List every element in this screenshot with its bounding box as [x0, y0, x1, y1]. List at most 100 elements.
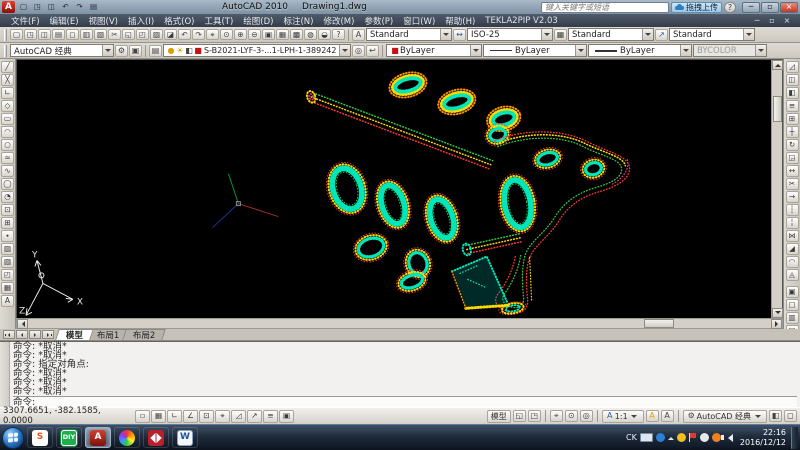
scroll-left-arrow[interactable] — [17, 319, 28, 329]
linetype-select[interactable]: ByLayer — [483, 44, 587, 57]
sheet-set-icon[interactable]: ◍ — [304, 29, 317, 40]
taskbar-red-app[interactable] — [143, 427, 169, 448]
chevron-down-icon[interactable] — [541, 29, 552, 40]
polygon-icon[interactable]: ◇ — [1, 100, 14, 112]
minimize-button[interactable]: ─ — [742, 2, 760, 13]
open-icon[interactable]: ◳ — [24, 29, 37, 40]
color-select[interactable]: ■ByLayer — [386, 44, 482, 57]
move-icon[interactable]: ┼ — [786, 126, 799, 138]
chevron-down-icon[interactable] — [642, 29, 653, 40]
input-method-icon[interactable] — [656, 433, 665, 442]
open-icon[interactable]: ◳ — [31, 2, 44, 13]
new-icon[interactable]: ▢ — [17, 2, 30, 13]
ellipse-arc-icon[interactable]: ◔ — [1, 191, 14, 203]
help-icon[interactable]: ? — [332, 29, 345, 40]
chevron-down-icon[interactable] — [575, 45, 586, 56]
mleader-style-select[interactable]: Standard — [669, 28, 755, 41]
menu-edit[interactable]: 编辑(E) — [45, 14, 84, 27]
volume-icon[interactable] — [724, 434, 733, 442]
toolbar-grip[interactable] — [4, 45, 7, 57]
save-icon[interactable]: ◫ — [38, 29, 51, 40]
chevron-down-icon[interactable] — [339, 45, 350, 56]
last-tab-button[interactable] — [42, 330, 54, 339]
tray-app-icon[interactable] — [700, 433, 709, 442]
make-object-layer-current-icon[interactable]: ◎ — [352, 45, 365, 57]
array-icon[interactable]: ⊞ — [786, 113, 799, 125]
osnap-toggle[interactable]: ⊡ — [199, 410, 214, 423]
steering-wheel-icon[interactable]: ◎ — [580, 410, 593, 422]
polyline-icon[interactable]: ∟ — [1, 87, 14, 99]
send-to-back-icon[interactable]: ▢ — [786, 299, 799, 311]
close-button[interactable]: × — [780, 2, 798, 13]
scroll-right-arrow[interactable] — [771, 319, 782, 329]
autocad-logo[interactable]: A — [2, 1, 15, 13]
rotate-icon[interactable]: ↻ — [786, 139, 799, 151]
new-icon[interactable]: ▢ — [10, 29, 23, 40]
qp-toggle[interactable]: ▣ — [279, 410, 294, 423]
undo-icon[interactable]: ↶ — [178, 29, 191, 40]
chevron-down-icon[interactable] — [440, 29, 451, 40]
mirror-icon[interactable]: ◧ — [786, 87, 799, 99]
extend-icon[interactable]: → — [786, 191, 799, 203]
chamfer-icon[interactable]: ◢ — [786, 243, 799, 255]
dim-style-icon[interactable]: ↔ — [453, 29, 466, 41]
plot-icon[interactable]: ▤ — [87, 2, 100, 13]
lwt-toggle[interactable]: ≡ — [263, 410, 278, 423]
save-icon[interactable]: ◫ — [45, 2, 58, 13]
action-center-flag-icon[interactable] — [689, 433, 697, 442]
toolbar-lock-icon[interactable]: ◧ — [769, 410, 782, 422]
doc-close-button[interactable]: × — [780, 16, 794, 26]
mtext-icon[interactable]: A — [1, 295, 14, 307]
mleader-style-icon[interactable]: ↗ — [655, 29, 668, 41]
vertical-scroll-thumb[interactable] — [773, 96, 782, 122]
copy-icon[interactable]: ◫ — [786, 74, 799, 86]
vertical-scrollbar[interactable] — [771, 60, 782, 318]
menu-insert[interactable]: 插入(I) — [123, 14, 159, 27]
start-button[interactable] — [2, 427, 24, 449]
table-style-select[interactable]: Standard — [568, 28, 654, 41]
next-tab-button[interactable] — [29, 330, 41, 339]
export-icon[interactable]: ▧ — [94, 29, 107, 40]
taskbar-word-app[interactable]: W — [172, 427, 198, 448]
horizontal-scroll-thumb[interactable] — [644, 319, 674, 328]
layout-icon[interactable]: ◱ — [513, 410, 526, 422]
join-icon[interactable]: ⋈ — [786, 230, 799, 242]
paste-icon[interactable]: ◰ — [136, 29, 149, 40]
tab-model[interactable]: 模型 — [55, 329, 94, 340]
pan-icon[interactable]: ⌖ — [206, 29, 219, 40]
layer-select[interactable]: ● ☀ ◧ ■ S-B2021-LYF-3-...1-LPH-1-389242 — [163, 44, 351, 57]
menu-tools[interactable]: 工具(T) — [199, 14, 238, 27]
layer-freeze-sun-icon[interactable]: ☀ — [176, 45, 184, 57]
show-desktop-button[interactable] — [791, 427, 798, 449]
scroll-down-arrow[interactable] — [772, 308, 783, 318]
clock[interactable]: 22:16 2016/12/12 — [740, 428, 786, 448]
tray-app-icon[interactable] — [712, 433, 721, 442]
ellipse-icon[interactable]: ◯ — [1, 178, 14, 190]
model-space-button[interactable]: 模型 — [487, 410, 511, 423]
erase-icon[interactable]: ◿ — [786, 61, 799, 73]
grid-toggle[interactable]: ▦ — [151, 410, 166, 423]
coordinates-readout[interactable]: 3307.6651, -382.1585, 0.0000 — [3, 406, 133, 426]
arc-icon[interactable]: ◠ — [1, 126, 14, 138]
menu-help[interactable]: 帮助(H) — [440, 14, 480, 27]
chevron-down-icon[interactable] — [470, 45, 481, 56]
menu-parametric[interactable]: 参数(P) — [359, 14, 398, 27]
maximize-button[interactable]: ▫ — [761, 2, 779, 13]
copy-clip-icon[interactable]: ◱ — [122, 29, 135, 40]
toolbar-grip[interactable] — [4, 29, 7, 41]
redo-icon[interactable]: ↷ — [192, 29, 205, 40]
menu-dimension[interactable]: 标注(N) — [278, 14, 318, 27]
menu-window[interactable]: 窗口(W) — [398, 14, 440, 27]
stretch-icon[interactable]: ↔ — [786, 165, 799, 177]
pan-icon[interactable]: ⌖ — [550, 410, 563, 422]
zoom-realtime-icon[interactable]: ⊙ — [220, 29, 233, 40]
plot-preview-icon[interactable]: ◻ — [66, 29, 79, 40]
undo-icon[interactable]: ↶ — [59, 2, 72, 13]
table-style-icon[interactable]: ▦ — [554, 29, 567, 41]
first-tab-button[interactable] — [3, 330, 15, 339]
tray-app-icon[interactable] — [677, 433, 686, 442]
text-style-icon[interactable]: A — [352, 29, 365, 41]
match-properties-icon[interactable]: ▨ — [150, 29, 163, 40]
spline-icon[interactable]: ∿ — [1, 165, 14, 177]
region-icon[interactable]: ◰ — [1, 269, 14, 281]
